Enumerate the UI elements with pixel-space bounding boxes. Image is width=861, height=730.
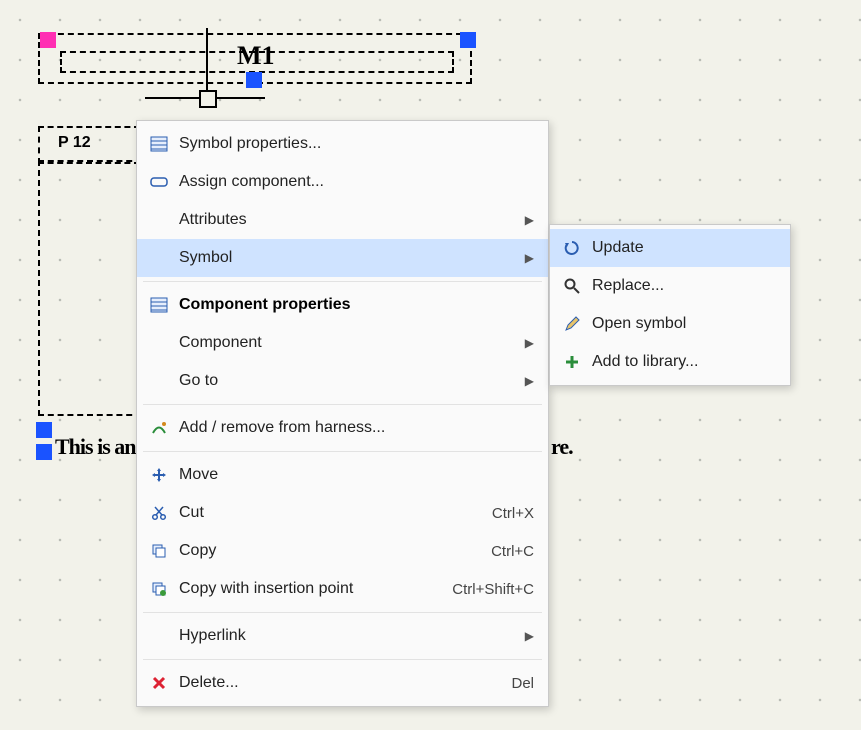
- menu-symbol[interactable]: Symbol ▶: [137, 239, 548, 277]
- handle-topleft[interactable]: [40, 32, 56, 48]
- delete-icon: [145, 676, 173, 690]
- menu-label: Update: [586, 239, 776, 257]
- plus-icon: [558, 355, 586, 369]
- menu-label: Component: [173, 334, 518, 352]
- caption-right: re.: [551, 434, 573, 460]
- caption-left: This is an: [55, 434, 136, 460]
- menu-component[interactable]: Component ▶: [137, 324, 548, 362]
- menu-component-properties[interactable]: Component properties: [137, 286, 548, 324]
- refresh-icon: [558, 240, 586, 256]
- menu-label: Attributes: [173, 211, 518, 229]
- submenu-symbol[interactable]: Update Replace... Open symbol Add to lib…: [549, 224, 791, 386]
- menu-separator: [143, 451, 542, 452]
- menu-label: Copy with insertion point: [173, 580, 424, 598]
- harness-icon: [145, 420, 173, 436]
- menu-label: Move: [173, 466, 534, 484]
- menu-label: Hyperlink: [173, 627, 518, 645]
- context-menu[interactable]: Symbol properties... Assign component...…: [136, 120, 549, 707]
- menu-shortcut: Ctrl+X: [492, 505, 534, 522]
- menu-label: Open symbol: [586, 315, 776, 333]
- menu-label: Component properties: [173, 296, 534, 314]
- menu-separator: [143, 659, 542, 660]
- pencil-icon: [558, 316, 586, 332]
- handle-mid[interactable]: [246, 72, 262, 88]
- menu-label: Add / remove from harness...: [173, 419, 534, 437]
- copy-icon: [145, 543, 173, 559]
- handle-b2[interactable]: [36, 444, 52, 460]
- menu-shortcut: Ctrl+Shift+C: [452, 581, 534, 598]
- menu-attributes[interactable]: Attributes ▶: [137, 201, 548, 239]
- menu-label: Symbol: [173, 249, 518, 267]
- menu-harness[interactable]: Add / remove from harness...: [137, 409, 548, 447]
- copy-insertion-icon: [145, 581, 173, 597]
- submenu-arrow-icon: ▶: [518, 251, 534, 265]
- menu-delete[interactable]: Delete... Del: [137, 664, 548, 702]
- submenu-arrow-icon: ▶: [518, 213, 534, 227]
- symbol-node: [199, 90, 217, 108]
- menu-label: Replace...: [586, 277, 776, 295]
- pin-label: P 12: [58, 134, 91, 152]
- menu-copy-ip[interactable]: Copy with insertion point Ctrl+Shift+C: [137, 570, 548, 608]
- symbol-stem: [206, 28, 208, 98]
- handle-topright[interactable]: [460, 32, 476, 48]
- submenu-arrow-icon: ▶: [518, 374, 534, 388]
- move-icon: [145, 467, 173, 483]
- menu-label: Assign component...: [173, 173, 534, 191]
- submenu-addlib[interactable]: Add to library...: [550, 343, 790, 381]
- submenu-update[interactable]: Update: [550, 229, 790, 267]
- menu-label: Delete...: [173, 674, 483, 692]
- menu-label: Cut: [173, 504, 464, 522]
- menu-shortcut: Del: [511, 675, 534, 692]
- menu-shortcut: Ctrl+C: [491, 543, 534, 560]
- menu-cut[interactable]: Cut Ctrl+X: [137, 494, 548, 532]
- menu-label: Add to library...: [586, 353, 776, 371]
- menu-symbol-properties[interactable]: Symbol properties...: [137, 125, 548, 163]
- menu-move[interactable]: Move: [137, 456, 548, 494]
- menu-separator: [143, 281, 542, 282]
- cut-icon: [145, 505, 173, 521]
- menu-goto[interactable]: Go to ▶: [137, 362, 548, 400]
- properties-icon: [145, 136, 173, 152]
- menu-hyperlink[interactable]: Hyperlink ▶: [137, 617, 548, 655]
- menu-copy[interactable]: Copy Ctrl+C: [137, 532, 548, 570]
- menu-separator: [143, 404, 542, 405]
- menu-assign-component[interactable]: Assign component...: [137, 163, 548, 201]
- menu-separator: [143, 612, 542, 613]
- menu-label: Go to: [173, 372, 518, 390]
- menu-label: Symbol properties...: [173, 135, 534, 153]
- menu-label: Copy: [173, 542, 463, 560]
- submenu-open[interactable]: Open symbol: [550, 305, 790, 343]
- submenu-arrow-icon: ▶: [518, 629, 534, 643]
- handle-b1[interactable]: [36, 422, 52, 438]
- search-icon: [558, 278, 586, 294]
- schematic-canvas[interactable]: M1 P 12 This is an re. Symbol properties…: [0, 0, 861, 730]
- submenu-arrow-icon: ▶: [518, 336, 534, 350]
- submenu-replace[interactable]: Replace...: [550, 267, 790, 305]
- properties-icon: [145, 297, 173, 313]
- symbol-designator: M1: [237, 41, 275, 71]
- sel-box-2: [38, 160, 142, 416]
- assign-icon: [145, 175, 173, 189]
